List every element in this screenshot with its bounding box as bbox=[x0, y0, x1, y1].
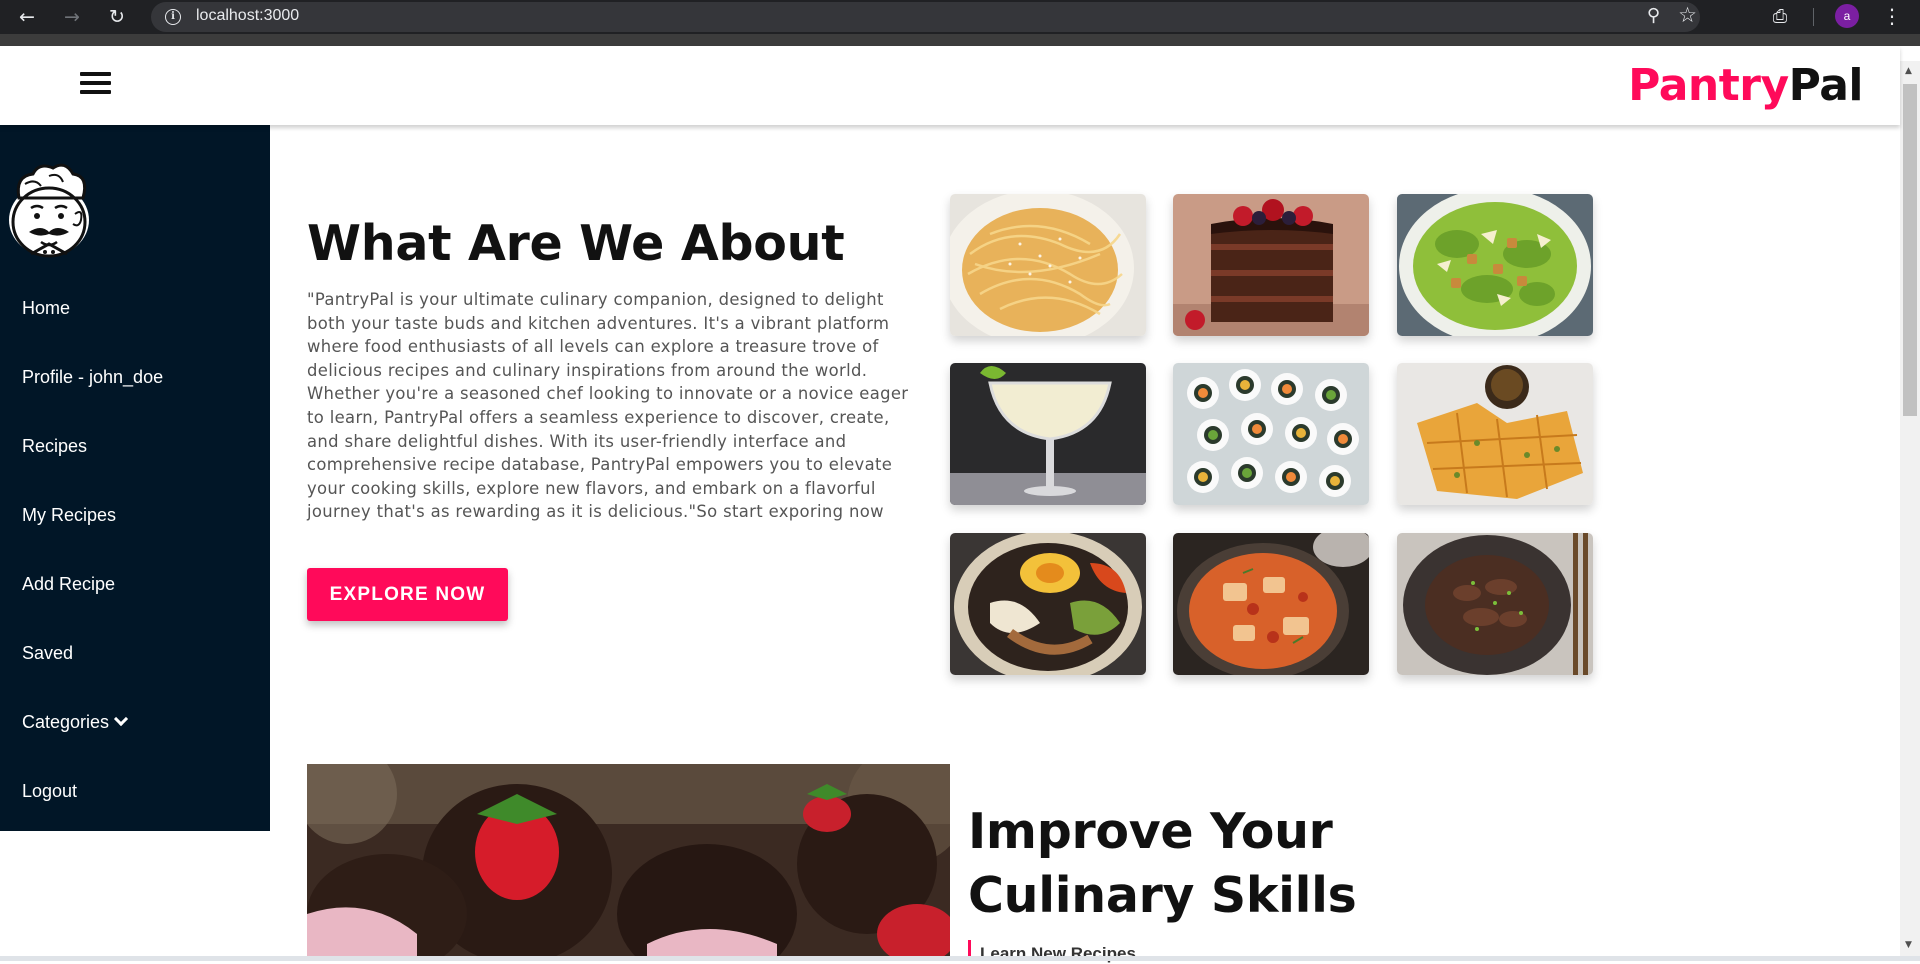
reload-icon[interactable]: ↻ bbox=[104, 4, 130, 30]
bulgogi-photo[interactable] bbox=[1397, 533, 1593, 675]
hamburger-menu-icon[interactable] bbox=[80, 72, 112, 98]
margarita-cocktail-photo[interactable] bbox=[950, 363, 1146, 505]
korean-pancake-photo[interactable] bbox=[1397, 363, 1593, 505]
brand-part-pantry: Pantry bbox=[1628, 60, 1789, 111]
sidebar-item-profile[interactable]: Profile - john_doe bbox=[22, 367, 163, 388]
site-info-icon[interactable]: i bbox=[165, 9, 181, 25]
kimchi-stew-photo[interactable] bbox=[1173, 533, 1369, 675]
back-arrow-icon[interactable]: ← bbox=[14, 4, 40, 30]
spaghetti-photo[interactable] bbox=[950, 194, 1146, 336]
sidebar-item-saved[interactable]: Saved bbox=[22, 643, 73, 664]
window-bottom-edge bbox=[0, 956, 1920, 961]
caesar-salad-photo[interactable] bbox=[1397, 194, 1593, 336]
url-text[interactable]: localhost:3000 bbox=[196, 7, 299, 25]
skills-title: Improve Your Culinary Skills bbox=[968, 803, 1357, 924]
chocolate-cake-photo[interactable] bbox=[1173, 194, 1369, 336]
subtitle-accent-bar bbox=[968, 940, 971, 956]
chevron-down-icon bbox=[113, 711, 129, 727]
sushi-rolls-photo[interactable] bbox=[1173, 363, 1369, 505]
extensions-icon[interactable]: ⎙ bbox=[1767, 4, 1793, 30]
forward-arrow-icon[interactable]: → bbox=[59, 4, 85, 30]
learn-new-recipes-heading: Learn New Recipes bbox=[980, 944, 1136, 963]
address-bar[interactable]: i localhost:3000 ⚲ ☆ bbox=[151, 2, 1700, 32]
bibimbap-photo[interactable] bbox=[950, 533, 1146, 675]
sidebar-item-home[interactable]: Home bbox=[22, 298, 70, 319]
chocolate-strawberries-photo bbox=[307, 764, 950, 956]
bookmark-star-icon[interactable]: ☆ bbox=[1678, 3, 1697, 27]
zoom-icon[interactable]: ⚲ bbox=[1647, 5, 1660, 26]
about-description: "PantryPal is your ultimate culinary com… bbox=[307, 290, 909, 522]
page-header: PantryPal bbox=[0, 46, 1900, 125]
profile-avatar[interactable]: a bbox=[1835, 4, 1859, 28]
sidebar-item-logout[interactable]: Logout bbox=[22, 781, 77, 802]
browser-toolbar: ← → ↻ i localhost:3000 ⚲ ☆ ⎙ a ⋮ bbox=[0, 0, 1920, 34]
brand-part-pal: Pal bbox=[1788, 60, 1864, 111]
scroll-down-arrow-icon[interactable]: ▼ bbox=[1905, 940, 1912, 950]
sidebar-item-categories-label: Categories bbox=[22, 712, 110, 732]
browser-menu-icon[interactable]: ⋮ bbox=[1882, 3, 1902, 29]
about-title: What Are We About bbox=[307, 215, 845, 272]
scroll-up-arrow-icon[interactable]: ▲ bbox=[1905, 66, 1912, 76]
scrollbar-thumb[interactable] bbox=[1903, 84, 1917, 416]
brand-logo[interactable]: PantryPal bbox=[1628, 60, 1863, 111]
browser-strip bbox=[0, 34, 1920, 46]
sidebar-item-recipes[interactable]: Recipes bbox=[22, 436, 87, 457]
explore-now-button[interactable]: EXPLORE NOW bbox=[307, 568, 508, 621]
sidebar-item-categories[interactable]: Categories bbox=[22, 711, 129, 733]
chef-logo-icon[interactable] bbox=[1, 158, 93, 260]
sidebar: Home Profile - john_doe Recipes My Recip… bbox=[0, 125, 270, 831]
sidebar-item-my-recipes[interactable]: My Recipes bbox=[22, 505, 116, 526]
toolbar-divider bbox=[1813, 8, 1814, 26]
sidebar-item-add-recipe[interactable]: Add Recipe bbox=[22, 574, 115, 595]
